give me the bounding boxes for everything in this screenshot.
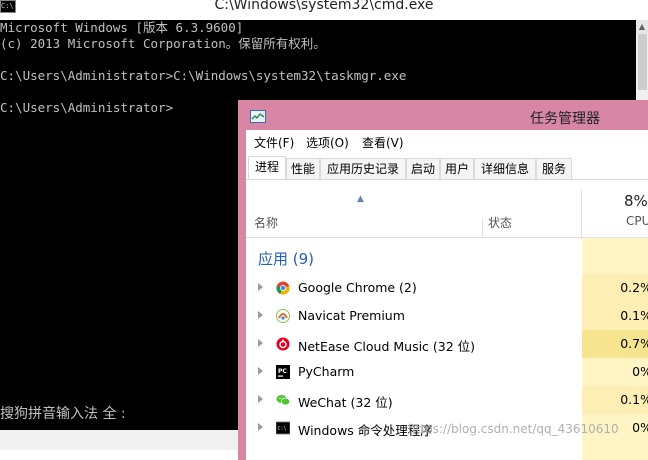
process-row[interactable]: Google Chrome (2) 0.2% <box>246 274 648 302</box>
netease-music-icon <box>276 337 290 351</box>
expand-arrow-icon[interactable] <box>258 367 263 375</box>
menu-bar: 文件(F) 选项(O) 查看(V) <box>246 130 648 152</box>
column-header-status[interactable]: 状态 <box>488 214 512 231</box>
ime-status-bar: 搜狗拼音输入法 全 : <box>0 406 126 422</box>
tab-strip: 进程 性能 应用历史记录 启动 用户 详细信息 服务 <box>246 156 648 180</box>
menu-options[interactable]: 选项(O) <box>306 134 349 151</box>
console-line: (c) 2013 Microsoft Corporation。保留所有权利。 <box>0 36 326 51</box>
group-header-apps[interactable]: 应用 (9) <box>258 248 314 269</box>
tab-details[interactable]: 详细信息 <box>474 158 536 179</box>
expand-arrow-icon[interactable] <box>258 423 263 431</box>
column-divider[interactable] <box>482 218 483 237</box>
svg-text:PC: PC <box>278 368 287 375</box>
cmd-icon: C:\ <box>276 421 290 435</box>
tab-users[interactable]: 用户 <box>440 158 474 179</box>
tab-startup[interactable]: 启动 <box>406 158 440 179</box>
task-manager-content: 文件(F) 选项(O) 查看(V) 进程 性能 应用历史记录 启动 用户 详细信… <box>246 130 648 460</box>
process-cpu: 0.1% <box>582 302 648 330</box>
menu-file[interactable]: 文件(F) <box>254 134 294 151</box>
tab-app-history[interactable]: 应用历史记录 <box>320 158 406 179</box>
pycharm-icon: PC <box>276 365 290 379</box>
scroll-up-arrow-icon[interactable]: ▲ <box>636 20 648 34</box>
wechat-icon <box>276 395 290 406</box>
task-manager-title: 任务管理器 <box>530 111 600 127</box>
process-row[interactable]: NetEase Cloud Music (32 位) 0.7% <box>246 330 648 358</box>
expand-arrow-icon[interactable] <box>258 283 263 291</box>
svg-text:C:\: C:\ <box>278 426 287 432</box>
tab-processes[interactable]: 进程 <box>248 156 286 179</box>
expand-arrow-icon[interactable] <box>258 395 263 403</box>
console-line: C:\Users\Administrator>C:\Windows\system… <box>0 68 407 83</box>
process-name: PyCharm <box>298 364 355 379</box>
tab-services[interactable]: 服务 <box>536 158 572 179</box>
process-row[interactable]: WeChat (32 位) 0.1% <box>246 386 648 414</box>
process-row[interactable]: PC PyCharm 0% <box>246 358 648 386</box>
process-cpu: 0.2% <box>582 274 648 302</box>
navicat-icon <box>276 309 290 323</box>
cmd-scrollbar-thumb[interactable] <box>638 34 647 90</box>
expand-arrow-icon[interactable] <box>258 311 263 319</box>
column-header-name[interactable]: 名称 <box>254 214 278 231</box>
process-cpu: 0.7% <box>582 330 648 358</box>
process-name: Google Chrome (2) <box>298 280 417 295</box>
column-header-cpu[interactable]: CPU <box>626 214 648 228</box>
process-row[interactable]: Navicat Premium 0.1% <box>246 302 648 330</box>
console-line: C:\Users\Administrator> <box>0 100 174 115</box>
process-table-header: ▲ 名称 状态 8% CPU <box>246 180 648 238</box>
console-line: Microsoft Windows [版本 6.3.9600] <box>0 20 244 35</box>
column-divider[interactable] <box>581 190 582 237</box>
sort-ascending-icon: ▲ <box>357 194 364 204</box>
chrome-icon <box>276 281 290 295</box>
task-manager-icon <box>250 110 266 123</box>
cmd-window-title: C:\Windows\system32\cmd.exe <box>214 0 434 13</box>
cpu-total-percent: 8% <box>624 192 648 210</box>
task-manager-window: 任务管理器 文件(F) 选项(O) 查看(V) 进程 性能 应用历史记录 启动 … <box>238 100 648 460</box>
process-cpu: 0% <box>582 358 648 386</box>
process-name: Navicat Premium <box>298 308 405 323</box>
watermark: https://blog.csdn.net/qq_43610610 <box>408 422 619 436</box>
process-cpu: 0.1% <box>582 386 648 414</box>
cmd-titlebar[interactable]: C:\ C:\Windows\system32\cmd.exe <box>0 0 648 20</box>
expand-arrow-icon[interactable] <box>258 339 263 347</box>
process-name: WeChat (32 位) <box>298 395 393 410</box>
tab-performance[interactable]: 性能 <box>286 158 320 179</box>
process-name: NetEase Cloud Music (32 位) <box>298 339 476 354</box>
menu-view[interactable]: 查看(V) <box>362 134 404 151</box>
